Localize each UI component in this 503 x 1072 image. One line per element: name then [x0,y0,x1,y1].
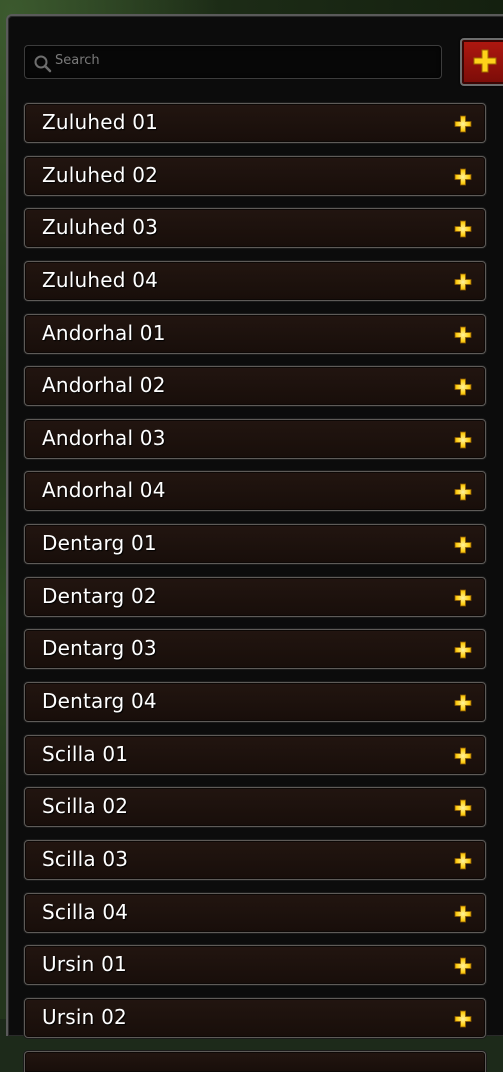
plus-icon[interactable] [453,272,473,292]
list-item-label: Ursin 01 [42,952,127,977]
add-new-button[interactable] [460,38,503,86]
list-item[interactable]: Ursin 02 [24,997,486,1038]
list-item[interactable]: Dentarg 03 [24,629,486,670]
plus-icon[interactable] [453,482,473,502]
list-item-label: Dentarg 03 [42,636,157,661]
plus-icon[interactable] [453,693,473,713]
list-item[interactable]: Andorhal 04 [24,471,486,512]
list-item[interactable]: Zuluhed 04 [24,260,486,301]
list-item[interactable]: Zuluhed 01 [24,103,486,143]
plus-icon[interactable] [453,114,473,134]
list-item-label: Andorhal 03 [42,425,166,450]
list-item[interactable]: Dentarg 02 [24,576,486,617]
plus-icon[interactable] [453,430,473,450]
entry-list: Zuluhed 01 Zuluhed 02 Zuluhed 03 Zuluhed 04… [24,103,486,1072]
plus-icon[interactable] [453,377,473,397]
plus-icon [473,49,497,73]
plus-icon[interactable] [453,956,473,976]
list-item[interactable]: Andorhal 01 [24,313,486,354]
list-item-label: Zuluhed 03 [42,215,159,240]
list-item[interactable]: Dentarg 01 [24,524,486,565]
list-item[interactable]: Zuluhed 02 [24,155,486,196]
list-item-label: Zuluhed 04 [42,267,159,292]
list-item[interactable]: Scilla 04 [24,892,486,933]
list-item-label: Zuluhed 01 [42,110,159,134]
list-item[interactable]: Ursin 01 [24,945,486,986]
list-item-label: Andorhal 01 [42,320,166,345]
list-item[interactable]: Dentarg 04 [24,682,486,723]
list-item-label: Zuluhed 02 [42,162,159,187]
list-item[interactable]: Scilla 03 [24,839,486,880]
list-item-label: Andorhal 02 [42,373,166,398]
plus-icon[interactable] [453,535,473,555]
list-item-label: Scilla 04 [42,899,129,924]
plus-icon[interactable] [453,640,473,660]
list-item[interactable]: Andorhal 03 [24,418,486,459]
list-item-partial [24,1050,486,1072]
list-item-label: Ursin 02 [42,1004,127,1029]
plus-icon[interactable] [453,588,473,608]
search-icon [33,54,53,74]
search-input[interactable] [55,48,425,72]
list-item[interactable]: Zuluhed 03 [24,208,486,249]
list-item-label: Scilla 02 [42,794,129,819]
search-box[interactable] [24,45,442,79]
list-item-label: Dentarg 01 [42,531,157,556]
plus-icon[interactable] [453,219,473,239]
list-item-label: Andorhal 04 [42,478,166,503]
plus-icon[interactable] [453,851,473,871]
list-item[interactable]: Scilla 02 [24,787,486,828]
list-item-label: Scilla 01 [42,741,129,766]
plus-icon[interactable] [453,904,473,924]
plus-icon[interactable] [453,746,473,766]
list-item[interactable]: Scilla 01 [24,734,486,775]
list-item-label: Dentarg 02 [42,583,157,608]
list-item[interactable]: Andorhal 02 [24,366,486,407]
list-item-label: Dentarg 04 [42,689,157,714]
plus-icon[interactable] [453,167,473,187]
plus-icon[interactable] [453,325,473,345]
list-item-label: Scilla 03 [42,846,129,871]
plus-icon[interactable] [453,798,473,818]
